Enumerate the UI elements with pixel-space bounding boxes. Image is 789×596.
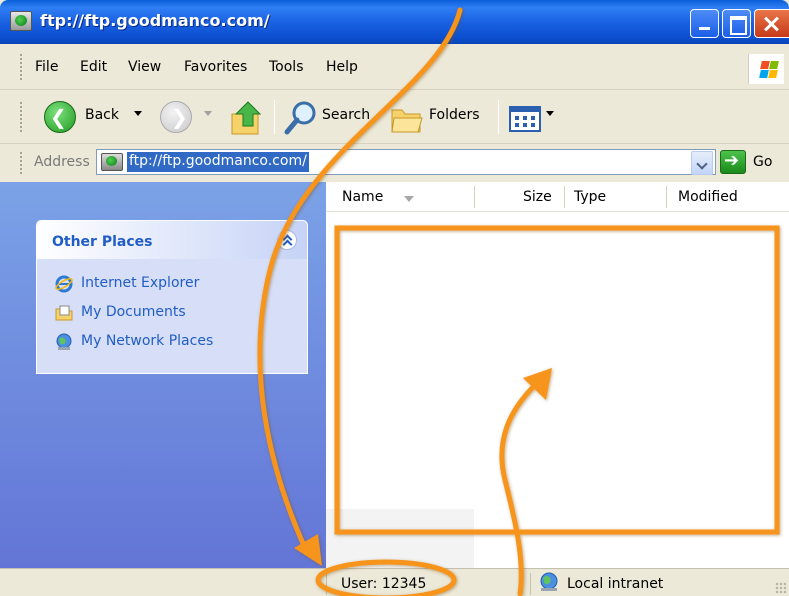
network-places-icon [56,333,72,350]
place-label: Internet Explorer [81,275,200,291]
column-modified[interactable]: Modified [678,189,738,205]
views-button[interactable] [506,90,556,144]
menu-help[interactable]: Help [326,59,358,75]
back-button[interactable]: ❮ Back [40,90,158,144]
explorer-window: ftp://ftp.goodmanco.com/ File Edit View … [0,0,789,596]
resize-grip[interactable] [775,582,787,594]
column-type[interactable]: Type [574,189,606,205]
close-button[interactable] [754,9,789,38]
address-label: Address [34,154,90,170]
folders-icon [391,109,423,133]
other-places-panel: Other Places Internet Explorer My Docume… [36,220,308,374]
address-grip[interactable] [20,152,23,174]
status-zone-cell: Local intranet [530,573,789,595]
toolbar-separator [498,100,499,134]
task-pane: Other Places Internet Explorer My Docume… [0,182,326,568]
search-label: Search [322,107,371,123]
forward-dropdown-icon[interactable] [204,111,212,116]
local-intranet-icon [540,572,558,591]
other-places-header[interactable]: Other Places [37,221,307,259]
place-label: My Network Places [81,333,214,349]
status-user-cell: User: 12345 [326,573,526,595]
address-bar: Address ftp://ftp.goodmanco.com/ [0,144,789,182]
up-folder-icon [231,101,262,135]
status-bar: User: 12345 Local intranet [0,568,789,596]
column-size[interactable]: Size [523,189,552,205]
address-input[interactable]: ftp://ftp.goodmanco.com/ [96,149,716,175]
windows-logo-icon [748,54,784,84]
empty-list-region [326,509,474,568]
internet-explorer-icon [55,275,73,293]
views-dropdown-icon[interactable] [546,111,554,116]
status-zone: Local intranet [567,576,664,592]
folders-label: Folders [429,107,480,123]
ftp-folder-icon [10,11,32,31]
address-value[interactable]: ftp://ftp.goodmanco.com/ [127,152,309,172]
folders-button[interactable]: Folders [388,90,488,144]
menu-grip[interactable] [20,54,23,80]
back-dropdown-icon[interactable] [134,111,142,116]
back-arrow-icon: ❮ [44,101,76,133]
place-label: My Documents [81,304,186,320]
search-button[interactable]: Search [282,90,382,144]
sort-indicator-icon [404,196,414,202]
file-list-pane[interactable]: Name Size Type Modified [326,182,789,568]
column-divider[interactable] [666,186,667,208]
address-dropdown-button[interactable] [691,151,713,175]
menu-edit[interactable]: Edit [80,59,107,75]
column-divider[interactable] [564,186,565,208]
status-user: User: 12345 [341,576,427,592]
menu-view[interactable]: View [128,59,161,75]
window-title: ftp://ftp.goodmanco.com/ [40,11,270,30]
minimize-button[interactable] [690,9,719,38]
forward-arrow-icon: ❯ [160,101,192,133]
up-folder-button[interactable] [228,90,268,144]
back-label: Back [85,107,119,123]
menu-file[interactable]: File [35,59,58,75]
my-documents-icon [55,305,73,321]
go-arrow-icon[interactable] [720,150,746,174]
toolbar-separator [274,100,275,134]
menu-favorites[interactable]: Favorites [184,59,247,75]
toolbar-grip[interactable] [20,102,23,132]
collapse-chevron-icon[interactable] [277,230,297,250]
standard-toolbar: ❮ Back ❯ Search Folders [0,90,789,144]
other-places-title: Other Places [52,234,153,250]
menu-bar: File Edit View Favorites Tools Help [0,44,789,90]
views-icon [509,106,541,132]
go-button[interactable]: Go [753,154,772,170]
menu-tools[interactable]: Tools [269,59,304,75]
search-icon [284,101,316,135]
column-header-row: Name Size Type Modified [326,182,789,212]
forward-button[interactable]: ❯ [160,90,220,144]
column-name[interactable]: Name [342,189,383,205]
maximize-button[interactable] [722,9,751,38]
column-divider[interactable] [474,186,475,208]
ftp-site-icon [101,153,123,171]
title-bar[interactable]: ftp://ftp.goodmanco.com/ [0,0,789,44]
